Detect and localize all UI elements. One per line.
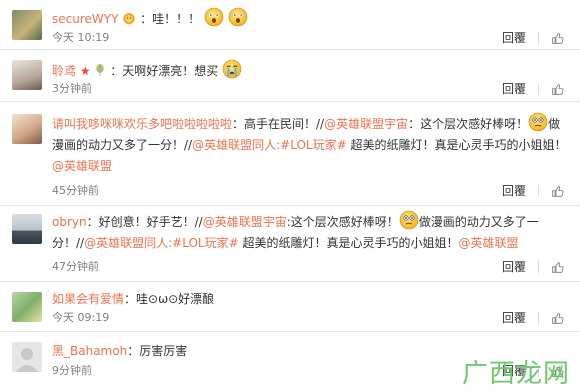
comment-text: :这个层次感好棒呀！ — [286, 215, 399, 229]
surprised-face-icon — [204, 7, 224, 27]
comment-text: ：天啊好漂亮！想买 — [110, 64, 219, 78]
comment-time: 9分钟前 — [52, 364, 92, 377]
thinking-face-icon — [399, 210, 419, 230]
mention-link[interactable]: @英雄联盟 — [458, 236, 518, 250]
mention-link[interactable]: @英雄联盟宇宙 — [324, 117, 408, 131]
comment-text: ：高手在民间！// — [232, 117, 325, 131]
divider — [538, 32, 539, 44]
mention-link[interactable]: @英雄联盟 — [52, 159, 112, 173]
comment-text: 超美的纸雕灯！真是心灵手巧的小姐姐！ — [238, 236, 459, 250]
comment-item: secureWYY ：哇！！！ 今天 10:19 回覆 — [0, 0, 580, 50]
avatar[interactable] — [12, 60, 42, 90]
comment-text: ：哇！！！ — [140, 12, 201, 26]
comment-time: 3分钟前 — [52, 82, 92, 95]
mention-link[interactable]: @英雄联盟同人:#LOL玩家# — [84, 236, 239, 250]
avatar[interactable] — [12, 114, 42, 144]
divider — [538, 185, 539, 197]
comment-item: 聆鸢 ★ ：天啊好漂亮！想买 3分钟前 回覆 — [0, 50, 580, 102]
mention-link[interactable]: @英雄联盟宇宙 — [203, 215, 287, 229]
reply-button[interactable]: 回覆 — [502, 29, 526, 47]
reply-button[interactable]: 回覆 — [502, 182, 526, 200]
comment-author[interactable]: 如果会有爱情 — [52, 292, 124, 306]
lion-face-icon — [123, 13, 135, 25]
mention-link[interactable]: @英雄联盟同人:#LOL玩家# — [192, 138, 347, 152]
avatar[interactable] — [12, 292, 42, 322]
comment-time: 47分钟前 — [52, 260, 99, 273]
comment-author[interactable]: 请叫我哆咪咪欢乐多吧啦啦啦啦啦 — [52, 117, 232, 131]
comment-time: 今天 10:19 — [52, 31, 110, 44]
comment-item: 如果会有爱情：哇⊙ω⊙好漂酿 今天 09:19 回覆 — [0, 282, 580, 332]
comment-author[interactable]: secureWYY — [52, 12, 118, 26]
divider — [538, 312, 539, 324]
comment-author[interactable]: 黑_Bahamoh — [52, 344, 127, 358]
reply-button[interactable]: 回覆 — [502, 309, 526, 327]
balloon-icon — [96, 64, 105, 76]
thumbs-up-icon[interactable] — [551, 185, 564, 198]
comment-text: ：好创意！好手艺！// — [86, 215, 203, 229]
comment-time: 45分钟前 — [52, 184, 99, 197]
thumbs-up-icon[interactable] — [551, 312, 564, 325]
reply-button[interactable]: 回覆 — [502, 258, 526, 276]
avatar[interactable] — [12, 214, 42, 244]
comment-author[interactable]: 聆鸢 — [52, 64, 76, 78]
divider — [538, 261, 539, 273]
divider — [538, 83, 539, 95]
comment-time: 今天 09:19 — [52, 311, 110, 324]
comment-text: ：这个层次感好棒呀！ — [408, 117, 529, 131]
comment-text: ：厉害厉害 — [127, 344, 188, 358]
thumbs-up-icon[interactable] — [551, 32, 564, 45]
comment-text: 超美的纸雕灯！真是心灵手巧的小姐姐！ — [346, 138, 567, 152]
comment-item: obryn：好创意！好手艺！//@英雄联盟宇宙:这个层次感好棒呀！ 做漫画的动力… — [0, 206, 580, 282]
thumbs-up-icon[interactable] — [551, 83, 564, 96]
crying-face-icon — [222, 59, 242, 79]
surprised-face-icon — [228, 7, 248, 27]
reply-button[interactable]: 回覆 — [502, 80, 526, 98]
comment-text: ：哇⊙ω⊙好漂酿 — [124, 292, 215, 306]
thumbs-up-icon[interactable] — [551, 261, 564, 274]
star-badge-icon: ★ — [79, 64, 91, 78]
thinking-face-icon — [528, 112, 548, 132]
watermark: 广西龙网 — [461, 359, 570, 389]
avatar[interactable] — [12, 10, 42, 40]
comment-item: 请叫我哆咪咪欢乐多吧啦啦啦啦啦：高手在民间！//@英雄联盟宇宙：这个层次感好棒呀… — [0, 102, 580, 206]
default-avatar-icon — [16, 348, 38, 372]
avatar[interactable] — [12, 342, 42, 372]
comment-author[interactable]: obryn — [52, 215, 87, 229]
